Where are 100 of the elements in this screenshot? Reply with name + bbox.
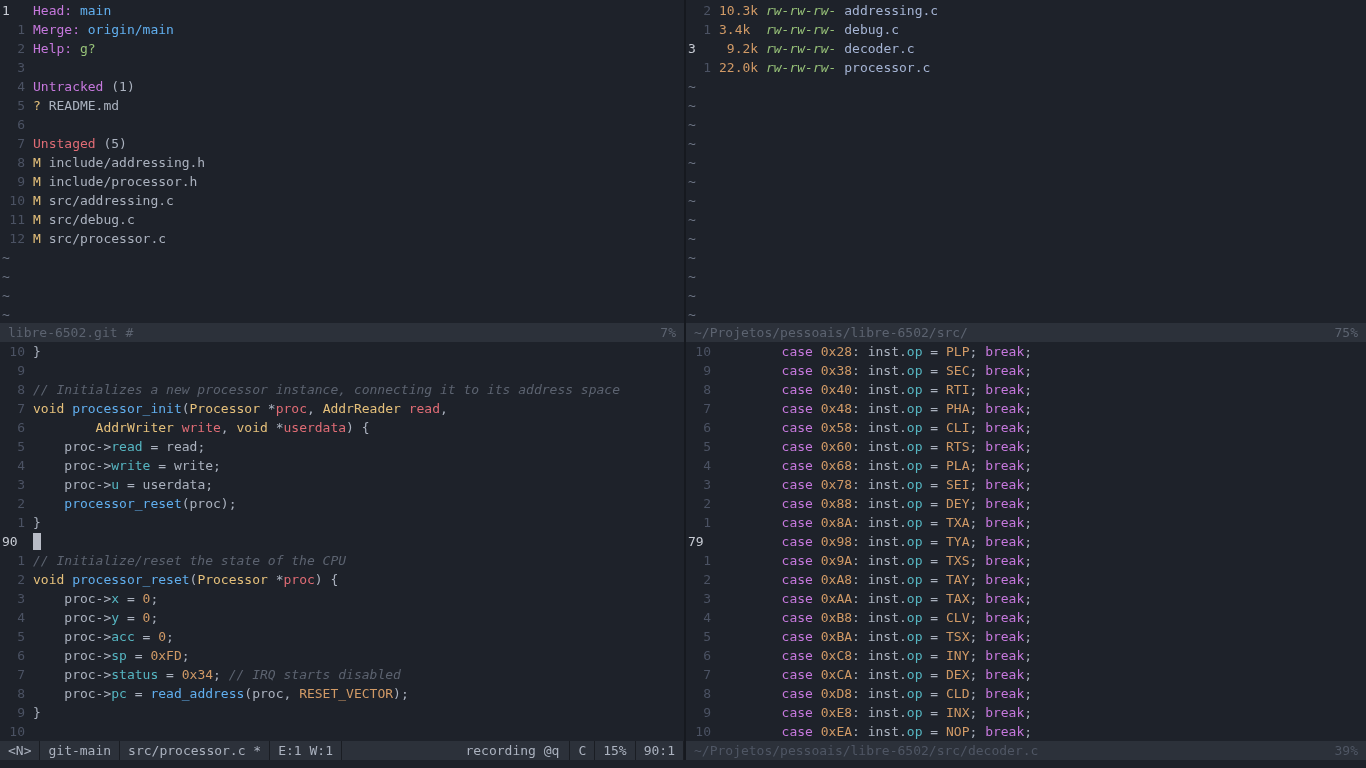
code-line: 22.0k rw-rw-rw- processor.c — [719, 59, 931, 77]
filler-tilde: ~ — [687, 230, 696, 248]
code-line: case 0x98: inst.op = TYA; break; — [780, 533, 1033, 551]
line-number: 10 — [694, 723, 711, 741]
code-line: ? README.md — [33, 97, 120, 115]
filler-tilde: ~ — [687, 154, 696, 172]
line-number: 3 — [687, 40, 697, 58]
line-number: 2 — [16, 495, 25, 513]
line-number: 3 — [702, 476, 711, 494]
filler-tilde: ~ — [1, 268, 10, 286]
line-number: 5 — [702, 438, 711, 456]
code-line: case 0x78: inst.op = SEI; break; — [780, 476, 1033, 494]
line-number: 90 — [1, 533, 19, 551]
code-line: proc->y = 0; — [63, 609, 159, 627]
code-line: M src/processor.c — [33, 230, 167, 248]
line-number: 4 — [16, 457, 25, 475]
line-number: 1 — [1, 2, 11, 20]
code-line: AddrWriter write, void *userdata) { — [94, 419, 370, 437]
line-number: 9 — [702, 362, 711, 380]
filler-tilde: ~ — [687, 173, 696, 191]
code-line: case 0x68: inst.op = PLA; break; — [780, 457, 1033, 475]
code-line: case 0x8A: inst.op = TXA; break; — [780, 514, 1033, 532]
code-line: case 0x48: inst.op = PHA; break; — [780, 400, 1033, 418]
filler-tilde: ~ — [1, 249, 10, 267]
filler-tilde: ~ — [1, 287, 10, 305]
code-line: Unstaged (5) — [33, 135, 127, 153]
line-number: 7 — [16, 135, 25, 153]
code-line: M include/processor.h — [33, 173, 198, 191]
line-number: 10 — [8, 343, 25, 361]
line-number: 4 — [16, 609, 25, 627]
code-line: case 0xC8: inst.op = INY; break; — [780, 647, 1033, 665]
line-number: 2 — [16, 571, 25, 589]
line-number: 6 — [702, 419, 711, 437]
code-line: Help: g? — [33, 40, 96, 58]
code-line: proc->sp = 0xFD; — [63, 647, 190, 665]
filler-tilde: ~ — [687, 97, 696, 115]
code-line: Head: main — [33, 2, 112, 20]
code-line: case 0xD8: inst.op = CLD; break; — [780, 685, 1033, 703]
line-number: 2 — [702, 2, 711, 20]
line-number: 4 — [702, 609, 711, 627]
line-number: 5 — [702, 628, 711, 646]
code-line: case 0x38: inst.op = SEC; break; — [780, 362, 1033, 380]
code-line: case 0xCA: inst.op = DEX; break; — [780, 666, 1033, 684]
code-line: case 0xEA: inst.op = NOP; break; — [780, 723, 1033, 741]
code-line: case 0x28: inst.op = PLP; break; — [780, 343, 1033, 361]
line-number: 7 — [16, 666, 25, 684]
line-number: 6 — [16, 419, 25, 437]
status-item: C — [569, 741, 596, 760]
line-number: 9 — [16, 173, 25, 191]
code-line: proc->x = 0; — [63, 590, 159, 608]
status-item: E:1 W:1 — [270, 741, 342, 760]
line-number: 9 — [702, 704, 711, 722]
line-number: 8 — [702, 381, 711, 399]
line-number: 10 — [8, 192, 25, 210]
code-line: M include/addressing.h — [33, 154, 206, 172]
code-line: case 0x40: inst.op = RTI; break; — [780, 381, 1033, 399]
line-number: 6 — [16, 116, 25, 134]
line-number: 79 — [687, 533, 705, 551]
line-number: 7 — [702, 400, 711, 418]
line-number: 8 — [16, 685, 25, 703]
line-number: 3 — [16, 59, 25, 77]
line-number: 1 — [16, 514, 25, 532]
filler-tilde: ~ — [687, 306, 696, 324]
line-number: 11 — [8, 211, 25, 229]
line-number: 3 — [702, 590, 711, 608]
code-line: M src/debug.c — [33, 211, 135, 229]
line-number: 6 — [16, 647, 25, 665]
code-line: // Initialize/reset the state of the CPU — [33, 552, 347, 570]
code-line: proc->acc = 0; — [63, 628, 174, 646]
code-line: void processor_reset(Processor *proc) { — [33, 571, 339, 589]
line-number: 7 — [16, 400, 25, 418]
code-line: // Initializes a new processor instance, connecting it to its address space — [33, 381, 620, 399]
line-number: 1 — [702, 514, 711, 532]
code-line: case 0xE8: inst.op = INX; break; — [780, 704, 1033, 722]
line-number: 8 — [702, 685, 711, 703]
code-line: 10.3k rw-rw-rw- addressing.c — [719, 2, 939, 20]
code-line: Untracked (1) — [33, 78, 135, 96]
line-number: 8 — [16, 381, 25, 399]
line-number: 3 — [16, 590, 25, 608]
code-line: case 0xBA: inst.op = TSX; break; — [780, 628, 1033, 646]
code-line: proc->pc = read_address(proc, RESET_VECTOR); — [63, 685, 409, 703]
filler-tilde: ~ — [1, 306, 10, 324]
status-item: git-main — [40, 741, 121, 760]
line-number: 12 — [8, 230, 25, 248]
code-line: case 0x58: inst.op = CLI; break; — [780, 419, 1033, 437]
line-number: 5 — [16, 97, 25, 115]
status-item: src/processor.c * — [120, 741, 271, 760]
line-number: 2 — [702, 571, 711, 589]
line-number: 4 — [702, 457, 711, 475]
code-line: 3.4k rw-rw-rw- debug.c — [719, 21, 900, 39]
line-number: 1 — [702, 21, 711, 39]
code-line: case 0xB8: inst.op = CLV; break; — [780, 609, 1033, 627]
code-line: proc->status = 0x34; // IRQ starts disabled — [63, 666, 401, 684]
line-number: 10 — [8, 723, 25, 741]
filler-tilde: ~ — [687, 192, 696, 210]
code-line: M src/addressing.c — [33, 192, 174, 210]
filler-tilde: ~ — [687, 268, 696, 286]
status-item: recording @q — [464, 742, 561, 760]
filler-tilde: ~ — [687, 135, 696, 153]
code-line: proc->u = userdata; — [63, 476, 214, 494]
